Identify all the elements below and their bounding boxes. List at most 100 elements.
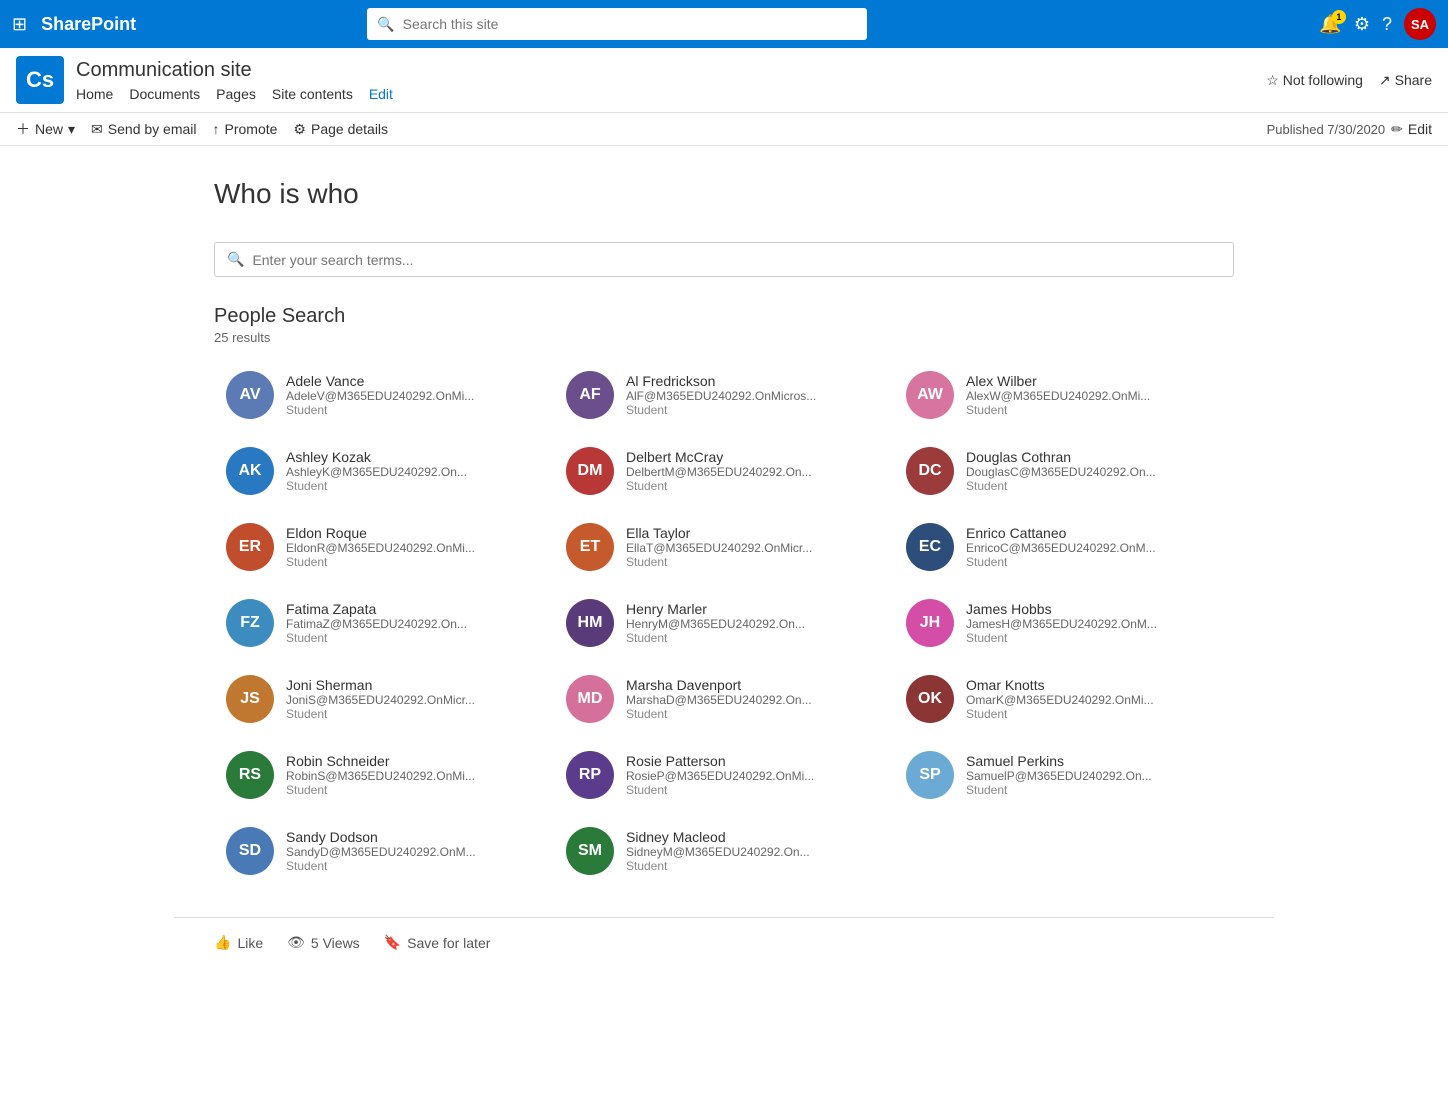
person-name: Delbert McCray <box>626 449 882 465</box>
person-email: EnricoC@M365EDU240292.OnM... <box>966 541 1166 555</box>
people-search-box[interactable]: 🔍 <box>214 242 1234 277</box>
nav-pages[interactable]: Pages <box>216 86 256 102</box>
person-role: Student <box>626 631 882 645</box>
person-card[interactable]: OK Omar Knotts OmarK@M365EDU240292.OnMi.… <box>894 665 1234 733</box>
share-icon: ↗ <box>1379 72 1391 89</box>
person-card[interactable]: RS Robin Schneider RobinS@M365EDU240292.… <box>214 741 554 809</box>
person-card[interactable]: SD Sandy Dodson SandyD@M365EDU240292.OnM… <box>214 817 554 885</box>
person-info: Fatima Zapata FatimaZ@M365EDU240292.On..… <box>286 601 542 645</box>
person-email: OmarK@M365EDU240292.OnMi... <box>966 693 1166 707</box>
person-card[interactable]: FZ Fatima Zapata FatimaZ@M365EDU240292.O… <box>214 589 554 657</box>
person-name: James Hobbs <box>966 601 1222 617</box>
person-card[interactable]: DC Douglas Cothran DouglasC@M365EDU24029… <box>894 437 1234 505</box>
person-email: SamuelP@M365EDU240292.On... <box>966 769 1166 783</box>
save-for-later-label: Save for later <box>407 935 490 951</box>
settings-icon[interactable]: ⚙ <box>1354 14 1370 35</box>
edit-button[interactable]: ✏ Edit <box>1391 121 1432 138</box>
person-card[interactable]: AK Ashley Kozak AshleyK@M365EDU240292.On… <box>214 437 554 505</box>
person-role: Student <box>626 403 882 417</box>
person-avatar: JH <box>906 599 954 647</box>
nav-site-contents[interactable]: Site contents <box>272 86 353 102</box>
person-name: Robin Schneider <box>286 753 542 769</box>
person-name: Joni Sherman <box>286 677 542 693</box>
people-grid: AV Adele Vance AdeleV@M365EDU240292.OnMi… <box>214 361 1234 885</box>
person-avatar: SP <box>906 751 954 799</box>
person-card[interactable]: DM Delbert McCray DelbertM@M365EDU240292… <box>554 437 894 505</box>
page-footer: 👍 Like 👁 5 Views 🔖 Save for later <box>174 917 1274 967</box>
chevron-down-icon: ▾ <box>68 121 75 138</box>
help-icon[interactable]: ? <box>1382 14 1392 35</box>
person-role: Student <box>966 403 1222 417</box>
results-count: 25 results <box>214 330 1234 345</box>
new-button[interactable]: ＋ New ▾ <box>16 119 75 139</box>
nav-edit[interactable]: Edit <box>369 86 393 102</box>
site-search-input[interactable] <box>403 16 858 32</box>
edit-icon: ✏ <box>1391 121 1403 138</box>
like-button[interactable]: 👍 Like <box>214 934 263 951</box>
person-avatar: EC <box>906 523 954 571</box>
promote-label: Promote <box>225 121 278 137</box>
nav-home[interactable]: Home <box>76 86 113 102</box>
person-name: Alex Wilber <box>966 373 1222 389</box>
sharepoint-logo: SharePoint <box>41 14 136 35</box>
person-card[interactable]: AF Al Fredrickson AlF@M365EDU240292.OnMi… <box>554 361 894 429</box>
person-card[interactable]: RP Rosie Patterson RosieP@M365EDU240292.… <box>554 741 894 809</box>
person-email: JoniS@M365EDU240292.OnMicr... <box>286 693 486 707</box>
person-card[interactable]: JS Joni Sherman JoniS@M365EDU240292.OnMi… <box>214 665 554 733</box>
person-name: Rosie Patterson <box>626 753 882 769</box>
person-info: Omar Knotts OmarK@M365EDU240292.OnMi... … <box>966 677 1222 721</box>
person-card[interactable]: JH James Hobbs JamesH@M365EDU240292.OnM.… <box>894 589 1234 657</box>
person-info: Henry Marler HenryM@M365EDU240292.On... … <box>626 601 882 645</box>
promote-button[interactable]: ↑ Promote <box>213 121 278 137</box>
site-header-right: ☆ Not following ↗ Share <box>1266 72 1432 89</box>
search-icon: 🔍 <box>227 251 244 268</box>
person-avatar: DC <box>906 447 954 495</box>
views-icon: 👁 <box>287 934 305 951</box>
person-avatar: OK <box>906 675 954 723</box>
person-card[interactable]: AV Adele Vance AdeleV@M365EDU240292.OnMi… <box>214 361 554 429</box>
people-search-input[interactable] <box>252 252 1221 268</box>
share-button[interactable]: ↗ Share <box>1379 72 1432 89</box>
person-card[interactable]: ET Ella Taylor EllaT@M365EDU240292.OnMic… <box>554 513 894 581</box>
not-following-button[interactable]: ☆ Not following <box>1266 72 1363 89</box>
person-email: AshleyK@M365EDU240292.On... <box>286 465 486 479</box>
person-info: Adele Vance AdeleV@M365EDU240292.OnMi...… <box>286 373 542 417</box>
person-name: Sidney Macleod <box>626 829 882 845</box>
nav-documents[interactable]: Documents <box>129 86 200 102</box>
person-card[interactable]: SP Samuel Perkins SamuelP@M365EDU240292.… <box>894 741 1234 809</box>
top-nav-right: 🔔 1 ⚙ ? SA <box>1319 8 1436 40</box>
page-details-button[interactable]: ⚙ Page details <box>293 121 388 138</box>
person-email: FatimaZ@M365EDU240292.On... <box>286 617 486 631</box>
main-content: Who is who 🔍 People Search 25 results AV… <box>0 146 1448 1110</box>
results-header: People Search 25 results <box>214 305 1234 345</box>
user-avatar[interactable]: SA <box>1404 8 1436 40</box>
person-role: Student <box>286 403 542 417</box>
person-role: Student <box>286 479 542 493</box>
save-for-later-button[interactable]: 🔖 Save for later <box>384 934 491 951</box>
person-card[interactable]: MD Marsha Davenport MarshaD@M365EDU24029… <box>554 665 894 733</box>
site-header-left: Cs Communication site Home Documents Pag… <box>16 56 393 104</box>
person-info: Samuel Perkins SamuelP@M365EDU240292.On.… <box>966 753 1222 797</box>
send-by-email-button[interactable]: ✉ Send by email <box>91 121 196 138</box>
person-role: Student <box>286 859 542 873</box>
person-card[interactable]: EC Enrico Cattaneo EnricoC@M365EDU240292… <box>894 513 1234 581</box>
person-card[interactable]: AW Alex Wilber AlexW@M365EDU240292.OnMi.… <box>894 361 1234 429</box>
not-following-label: Not following <box>1283 72 1363 88</box>
person-role: Student <box>966 555 1222 569</box>
person-info: Sidney Macleod SidneyM@M365EDU240292.On.… <box>626 829 882 873</box>
grid-icon[interactable]: ⊞ <box>12 14 27 35</box>
person-info: Marsha Davenport MarshaD@M365EDU240292.O… <box>626 677 882 721</box>
person-card[interactable]: HM Henry Marler HenryM@M365EDU240292.On.… <box>554 589 894 657</box>
person-info: Rosie Patterson RosieP@M365EDU240292.OnM… <box>626 753 882 797</box>
site-header: Cs Communication site Home Documents Pag… <box>0 48 1448 113</box>
person-avatar: ET <box>566 523 614 571</box>
person-info: Al Fredrickson AlF@M365EDU240292.OnMicro… <box>626 373 882 417</box>
notifications-icon[interactable]: 🔔 1 <box>1319 14 1341 35</box>
person-card[interactable]: ER Eldon Roque EldonR@M365EDU240292.OnMi… <box>214 513 554 581</box>
person-role: Student <box>626 783 882 797</box>
person-role: Student <box>286 707 542 721</box>
person-card[interactable]: SM Sidney Macleod SidneyM@M365EDU240292.… <box>554 817 894 885</box>
site-search-box[interactable]: 🔍 <box>367 8 867 40</box>
views-button[interactable]: 👁 5 Views <box>287 934 360 951</box>
person-avatar: JS <box>226 675 274 723</box>
